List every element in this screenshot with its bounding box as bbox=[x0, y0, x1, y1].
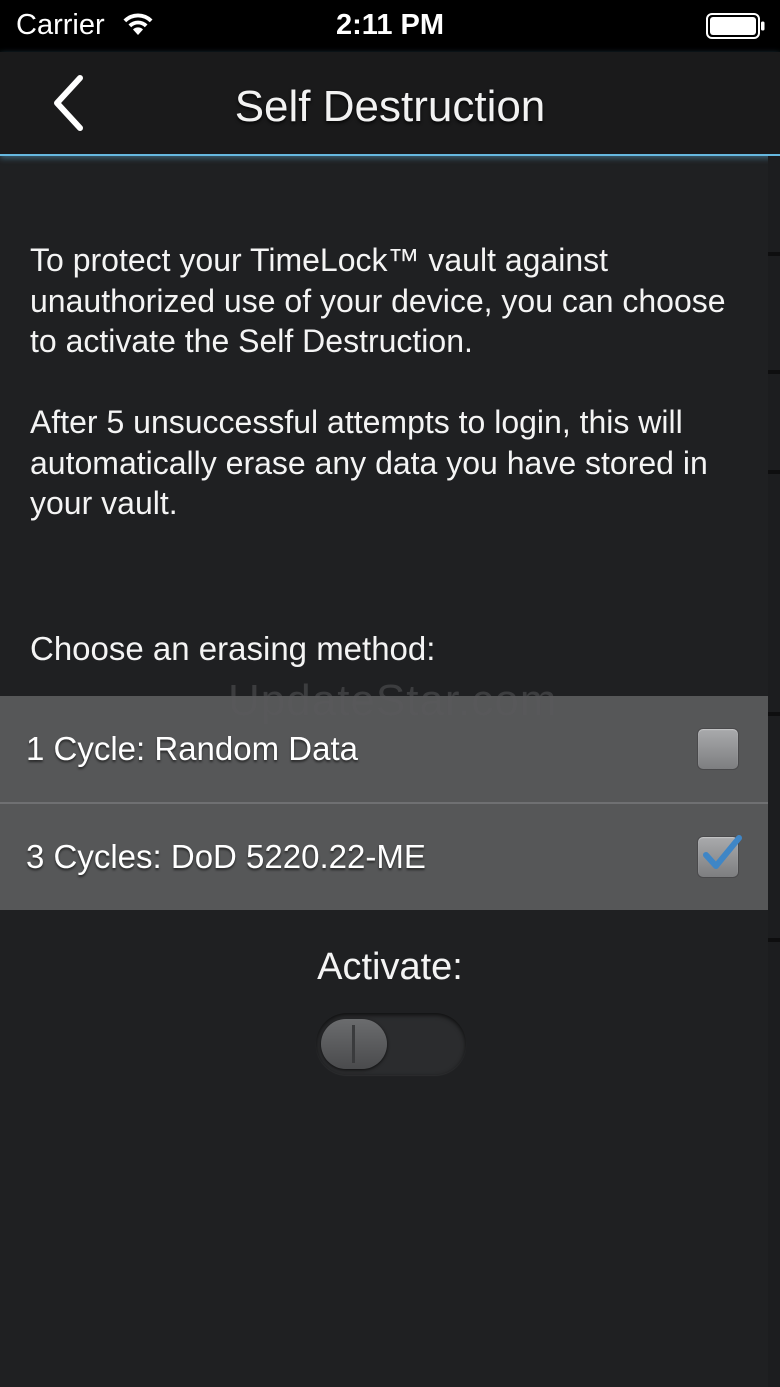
option-label: 1 Cycle: Random Data bbox=[26, 730, 358, 767]
navigation-bar: Self Destruction bbox=[0, 52, 780, 156]
dod-checkbox[interactable] bbox=[697, 835, 742, 878]
edge-mark bbox=[768, 470, 780, 474]
random-data-checkbox[interactable] bbox=[697, 728, 739, 770]
erasing-method-heading: Choose an erasing method: bbox=[30, 630, 436, 667]
activate-label: Activate: bbox=[317, 946, 463, 988]
battery-full-icon bbox=[706, 13, 765, 39]
edge-mark bbox=[768, 938, 780, 942]
option-dod[interactable]: 3 Cycles: DoD 5220.22-ME bbox=[0, 802, 768, 910]
checkmark-icon bbox=[703, 835, 742, 869]
status-time: 2:11 PM bbox=[336, 9, 444, 41]
activate-toggle[interactable] bbox=[316, 1013, 466, 1075]
edge-mark bbox=[768, 252, 780, 256]
option-label: 3 Cycles: DoD 5220.22-ME bbox=[26, 838, 426, 875]
toggle-knob bbox=[321, 1019, 387, 1069]
description-paragraph: After 5 unsuccessful attempts to login, … bbox=[30, 404, 708, 521]
watermark: UpdateStar.com bbox=[228, 676, 558, 725]
edge-mark bbox=[768, 712, 780, 716]
status-bar: Carrier 2:11 PM bbox=[0, 0, 780, 52]
description: To protect your TimeLock™ vault against … bbox=[30, 240, 750, 564]
page-title: Self Destruction bbox=[234, 82, 546, 131]
erasing-method-list: 1 Cycle: Random Data 3 Cycles: DoD 5220.… bbox=[0, 696, 768, 910]
description-paragraph: To protect your TimeLock™ vault against … bbox=[30, 242, 726, 359]
scroll-edge bbox=[768, 156, 780, 1387]
edge-mark bbox=[768, 370, 780, 374]
self-destruction-screen: Carrier 2:11 PM Self Destruction To prot… bbox=[0, 0, 780, 1387]
